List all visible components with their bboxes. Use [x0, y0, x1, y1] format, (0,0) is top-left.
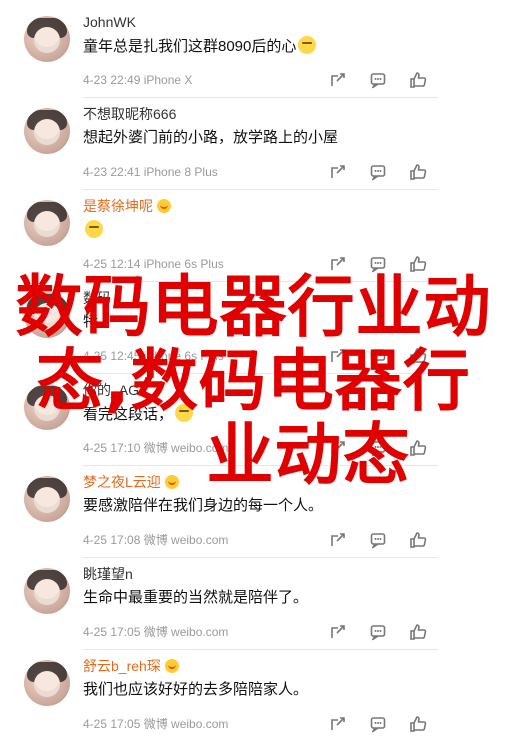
- avatar-face: [34, 579, 60, 605]
- share-icon[interactable]: [328, 622, 348, 642]
- comment-username[interactable]: JohnWK: [83, 13, 136, 31]
- comment-item: 不想取昵称666 想起外婆门前的小路，放学路上的小屋 4-23 22:41 iP…: [0, 92, 507, 190]
- comment-username[interactable]: 眺瑾望n: [83, 565, 133, 583]
- comment-username[interactable]: 数码: [83, 289, 111, 307]
- badge-icon: [164, 659, 179, 673]
- emoji-icon: [298, 36, 317, 54]
- comment-icon[interactable]: [368, 346, 388, 366]
- comment-feed: JohnWK 童年总是扎我们这群8090后的心 4-23 22:49 iPhon…: [0, 0, 507, 751]
- share-icon[interactable]: [328, 438, 348, 458]
- comment-username[interactable]: 是蔡徐坤呢: [83, 197, 171, 215]
- comment-item: 眺瑾望n 生命中最重要的当然就是陪伴了。 4-25 17:05 微博 weibo…: [0, 552, 507, 650]
- avatar[interactable]: [24, 568, 70, 614]
- comment-text: 要感激陪伴在我们身边的每一个人。: [83, 496, 323, 516]
- avatar[interactable]: [24, 292, 70, 338]
- comment-actions: [328, 70, 438, 90]
- badge-icon: [164, 475, 179, 489]
- comment-text: 生命中最重要的当然就是陪伴了。: [83, 588, 308, 608]
- comment-text: 看完这段话，: [83, 404, 194, 425]
- share-icon[interactable]: [328, 346, 348, 366]
- avatar[interactable]: [24, 384, 70, 430]
- comment-actions: [328, 162, 438, 182]
- avatar[interactable]: [24, 476, 70, 522]
- share-icon[interactable]: [328, 254, 348, 274]
- comment-text: 童年总是扎我们这群8090后的心: [83, 36, 317, 57]
- comment-icon[interactable]: [368, 254, 388, 274]
- comment-username[interactable]: 梦之夜L云迎: [83, 473, 179, 491]
- comment-icon[interactable]: [368, 438, 388, 458]
- like-icon[interactable]: [408, 162, 428, 182]
- comment-username[interactable]: 你的_AG: [83, 381, 139, 399]
- comment-actions: [328, 530, 438, 550]
- avatar-face: [34, 303, 60, 329]
- comment-username[interactable]: 不想取昵称666: [83, 105, 176, 123]
- comment-item: JohnWK 童年总是扎我们这群8090后的心 4-23 22:49 iPhon…: [0, 0, 507, 98]
- comment-text: 特: [83, 312, 98, 332]
- avatar-face: [34, 211, 60, 237]
- comment-item: 是蔡徐坤呢 4-25 12:14 iPhone 6s Plus: [0, 184, 507, 282]
- comment-meta: 4-25 17:05 微博 weibo.com: [83, 625, 229, 639]
- comment-actions: [328, 622, 438, 642]
- like-icon[interactable]: [408, 254, 428, 274]
- comment-meta: 4-25 17:10 微博 weibo.com: [83, 441, 229, 455]
- comment-item: 舒云b_reh琛 我们也应该好好的去多陪陪家人。 4-25 17:05 微博 w…: [0, 644, 507, 736]
- share-icon[interactable]: [328, 714, 348, 734]
- comment-actions: [328, 438, 438, 458]
- comment-text-content: 特: [83, 313, 99, 330]
- avatar[interactable]: [24, 108, 70, 154]
- badge-icon: [157, 199, 171, 213]
- comment-actions: [328, 346, 438, 366]
- share-icon[interactable]: [328, 70, 348, 90]
- comment-text: [83, 220, 103, 241]
- comment-icon[interactable]: [368, 622, 388, 642]
- like-icon[interactable]: [408, 346, 428, 366]
- comment-text-content: 我们也应该好好的去多陪陪家人。: [83, 681, 309, 698]
- comment-username[interactable]: 舒云b_reh琛: [83, 657, 179, 675]
- comment-username-text[interactable]: 梦之夜L云迎: [83, 474, 161, 490]
- comment-icon[interactable]: [368, 714, 388, 734]
- like-icon[interactable]: [408, 714, 428, 734]
- avatar-face: [34, 27, 60, 53]
- like-icon[interactable]: [408, 438, 428, 458]
- avatar[interactable]: [24, 200, 70, 246]
- comment-text: 我们也应该好好的去多陪陪家人。: [83, 680, 308, 700]
- comment-item: 你的_AG 看完这段话， 4-25 17:10 微博 weibo.com: [0, 368, 507, 466]
- comment-meta: 4-25 17:08 微博 weibo.com: [83, 533, 229, 547]
- avatar-face: [34, 487, 60, 513]
- comment-item: 数码 特 4-25 12:45 iPhone 6s Plus: [0, 276, 507, 374]
- comment-username-text[interactable]: 是蔡徐坤呢: [83, 198, 153, 214]
- comment-meta: 4-23 22:41 iPhone 8 Plus: [83, 165, 218, 179]
- avatar[interactable]: [24, 660, 70, 706]
- comment-item: 梦之夜L云迎 要感激陪伴在我们身边的每一个人。 4-25 17:08 微博 we…: [0, 460, 507, 558]
- avatar-face: [34, 119, 60, 145]
- comment-icon[interactable]: [368, 162, 388, 182]
- comment-username-text[interactable]: 舒云b_reh琛: [83, 658, 161, 674]
- share-icon[interactable]: [328, 530, 348, 550]
- like-icon[interactable]: [408, 622, 428, 642]
- comment-actions: [328, 254, 438, 274]
- comment-text-content: 看完这段话，: [83, 406, 174, 423]
- comment-meta: 4-23 22:49 iPhone X: [83, 73, 193, 87]
- emoji-icon: [175, 404, 194, 422]
- comment-text-content: 生命中最重要的当然就是陪伴了。: [83, 589, 309, 606]
- comment-icon[interactable]: [368, 530, 388, 550]
- comment-meta: 4-25 12:45 iPhone 6s Plus: [83, 349, 224, 363]
- comment-meta: 4-25 17:05 微博 weibo.com: [83, 717, 229, 731]
- share-icon[interactable]: [328, 162, 348, 182]
- comment-text-content: 要感激陪伴在我们身边的每一个人。: [83, 497, 324, 514]
- emoji-icon: [85, 220, 103, 238]
- avatar-face: [34, 671, 60, 697]
- avatar-face: [34, 395, 60, 421]
- comment-actions: [328, 714, 438, 734]
- like-icon[interactable]: [408, 530, 428, 550]
- comment-meta: 4-25 12:14 iPhone 6s Plus: [83, 257, 224, 271]
- avatar[interactable]: [24, 16, 70, 62]
- comment-text-content: 童年总是扎我们这群8090后的心: [83, 38, 297, 55]
- like-icon[interactable]: [408, 70, 428, 90]
- comment-text: 想起外婆门前的小路，放学路上的小屋: [83, 128, 338, 148]
- comment-text-content: 想起外婆门前的小路，放学路上的小屋: [83, 129, 339, 146]
- comment-icon[interactable]: [368, 70, 388, 90]
